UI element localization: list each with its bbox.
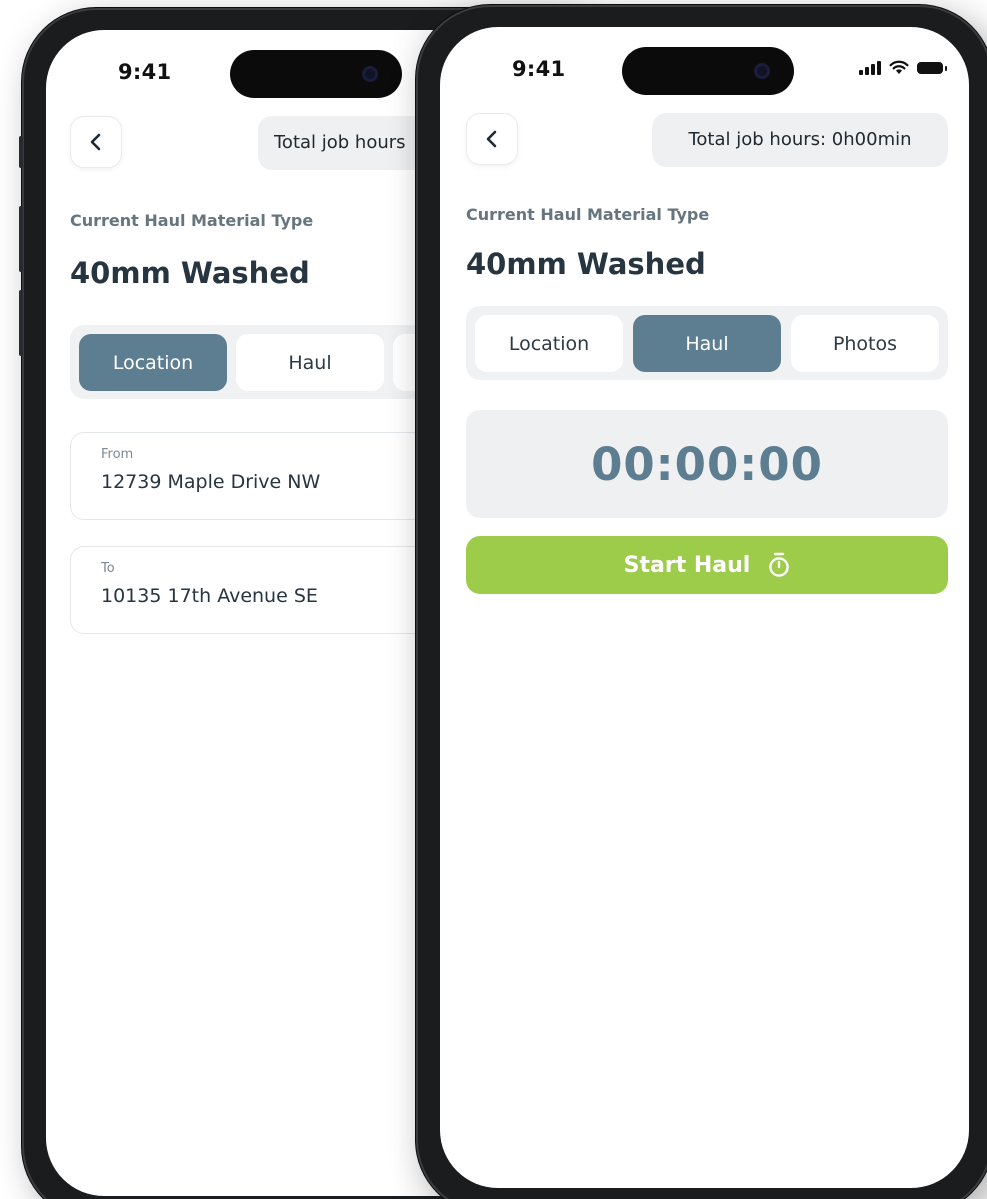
- segmented-tabs: Location Haul Photos: [466, 306, 948, 380]
- timer-display: 00:00:00: [591, 437, 823, 491]
- material-type-value: 40mm Washed: [70, 256, 310, 290]
- battery-icon: [917, 61, 947, 74]
- status-icons: [859, 60, 947, 75]
- chevron-left-icon: [486, 130, 497, 148]
- from-label: From: [101, 447, 134, 462]
- wifi-icon: [889, 60, 909, 74]
- to-address-card[interactable]: To 10135 17th Avenue SE: [70, 546, 450, 634]
- tab-haul[interactable]: Haul: [236, 334, 384, 391]
- material-type-label: Current Haul Material Type: [466, 205, 710, 224]
- stage: 9:41 Total job hours Current Haul Materi…: [0, 0, 987, 1199]
- tab-photos[interactable]: Photos: [791, 315, 939, 372]
- to-label: To: [101, 561, 115, 576]
- tab-location[interactable]: Location: [79, 334, 227, 391]
- start-haul-button[interactable]: Start Haul: [466, 536, 948, 594]
- haul-timer: 00:00:00: [466, 410, 948, 518]
- from-address: 12739 Maple Drive NW: [101, 471, 321, 493]
- phone-haul-view: 9:41 Total job hours: 0h00min Current Ha…: [416, 5, 987, 1199]
- signal-icon: [859, 60, 881, 75]
- volume-down-button: [19, 290, 23, 356]
- chevron-left-icon: [90, 133, 101, 151]
- material-type-value: 40mm Washed: [466, 247, 706, 281]
- action-button: [19, 136, 23, 168]
- camera-icon: [754, 63, 770, 79]
- start-haul-label: Start Haul: [623, 552, 751, 578]
- stopwatch-icon: [769, 552, 790, 577]
- tab-location[interactable]: Location: [475, 315, 623, 372]
- status-time: 9:41: [118, 60, 172, 84]
- volume-up-button: [19, 206, 23, 272]
- total-job-hours: Total job hours: 0h00min: [652, 113, 948, 167]
- back-button[interactable]: [466, 113, 518, 165]
- dynamic-island: [230, 50, 402, 98]
- camera-icon: [362, 66, 378, 82]
- from-address-card[interactable]: From 12739 Maple Drive NW: [70, 432, 450, 520]
- to-address: 10135 17th Avenue SE: [101, 585, 318, 607]
- back-button[interactable]: [70, 116, 122, 168]
- material-type-label: Current Haul Material Type: [70, 211, 314, 230]
- screen: 9:41 Total job hours: 0h00min Current Ha…: [440, 27, 969, 1188]
- dynamic-island: [622, 47, 794, 95]
- tab-haul[interactable]: Haul: [633, 315, 781, 372]
- status-time: 9:41: [512, 57, 566, 81]
